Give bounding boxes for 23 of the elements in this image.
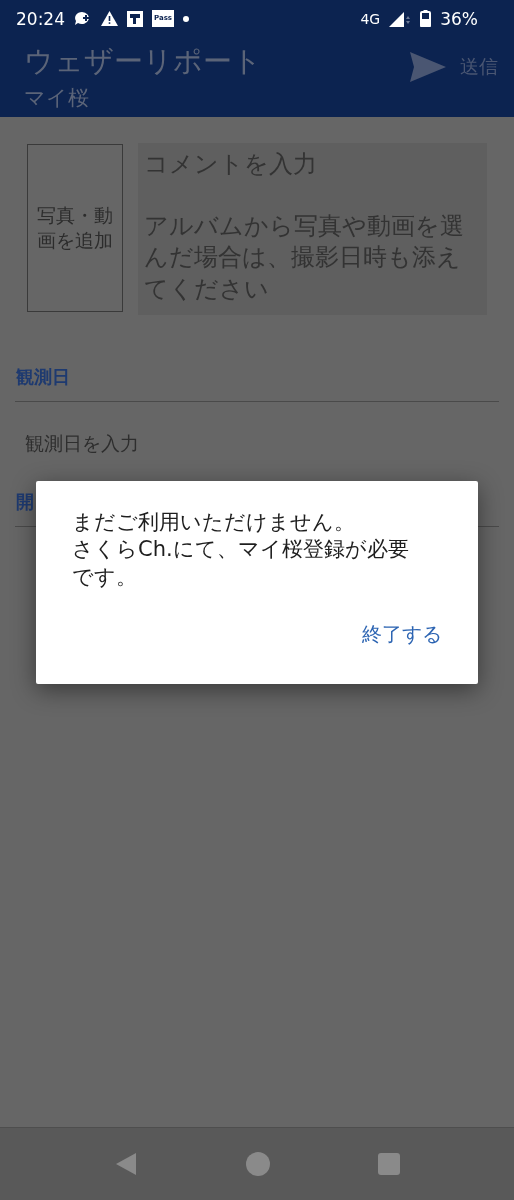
app-title: ウェザーリポート (24, 43, 263, 80)
dialog-message: さくらCh.にて、マイ桜登録が必要です。 (72, 536, 410, 591)
battery-percent: 36% (440, 8, 478, 29)
section-heading: 観測日 (15, 365, 71, 389)
exit-button[interactable]: 終了する (362, 616, 442, 652)
home-icon[interactable] (246, 1152, 270, 1176)
app-icon (127, 10, 143, 27)
notification-dot-icon (183, 15, 189, 22)
recents-icon[interactable] (378, 1153, 400, 1175)
section-heading: 開 (15, 490, 35, 514)
chat-plus-icon (74, 10, 92, 27)
network-type: 4G (360, 10, 381, 27)
status-time: 20:24 (16, 8, 65, 29)
back-icon[interactable] (114, 1152, 138, 1176)
battery-icon (420, 10, 432, 27)
add-media-button[interactable]: 写真・動画を追加 (27, 144, 123, 312)
app-subtitle: マイ桜 (24, 85, 90, 112)
warning-icon (101, 11, 118, 26)
send-button[interactable]: 送信 (410, 52, 498, 82)
signal-icon (389, 10, 412, 27)
input-field[interactable]: 観測日を入力 (15, 402, 499, 464)
dialog-message: まだご利用いただけません。 (72, 509, 355, 536)
send-icon (410, 52, 446, 82)
